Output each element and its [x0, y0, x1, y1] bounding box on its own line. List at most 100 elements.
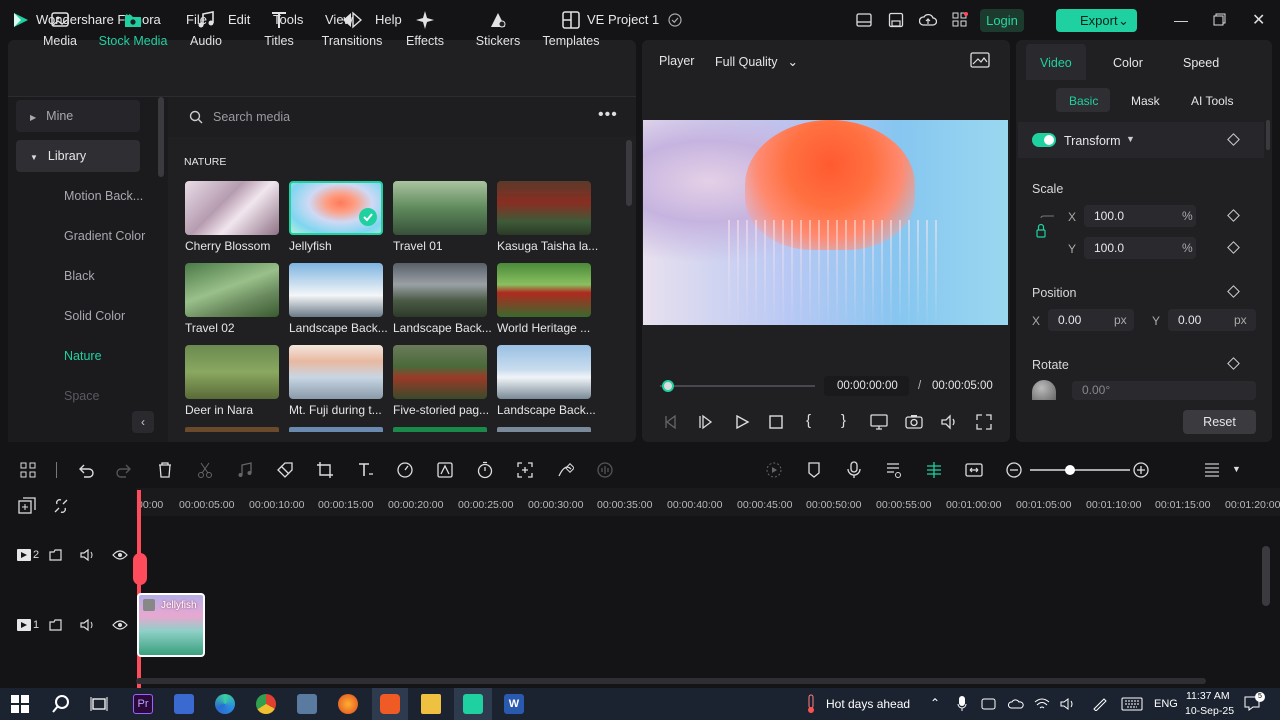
windows-start-icon[interactable]: [11, 695, 29, 713]
login-button[interactable]: Login: [980, 9, 1024, 32]
camera-snapshot-icon[interactable]: [905, 413, 923, 431]
apps-grid-icon[interactable]: [952, 12, 968, 28]
microphone-icon[interactable]: [845, 461, 863, 479]
task-view-icon[interactable]: [90, 695, 108, 713]
search-icon[interactable]: [51, 694, 71, 714]
layout-icon[interactable]: [856, 12, 872, 28]
marker-icon[interactable]: [805, 461, 823, 479]
undo-icon[interactable]: [77, 461, 95, 479]
sidebar-item-library[interactable]: ▼ Library: [16, 140, 140, 172]
tool-media[interactable]: Media: [24, 10, 96, 48]
battery-icon[interactable]: [981, 697, 997, 711]
subtab-basic[interactable]: Basic: [1069, 94, 1098, 108]
more-options-icon[interactable]: •••: [598, 106, 618, 124]
language-indicator[interactable]: ENG: [1154, 698, 1178, 710]
sidebar-item-mine[interactable]: ▶ Mine: [16, 100, 140, 132]
subtab-mask[interactable]: Mask: [1131, 94, 1160, 108]
fit-timeline-icon[interactable]: [965, 461, 983, 479]
collapse-sidebar-button[interactable]: ‹: [132, 411, 154, 433]
chrome-browser-icon[interactable]: [256, 694, 276, 714]
volume-icon[interactable]: [940, 413, 958, 431]
wifi-icon[interactable]: [1034, 697, 1050, 711]
tool-stock-media[interactable]: Stock Media: [97, 10, 169, 48]
auto-reframe-icon[interactable]: [516, 461, 534, 479]
sidebar-scrollbar[interactable]: [158, 97, 164, 177]
voiceover-list-icon[interactable]: [885, 461, 903, 479]
thumbnail-partial[interactable]: [393, 427, 487, 432]
audio-wave-icon[interactable]: [596, 461, 614, 479]
playhead-tab[interactable]: [133, 553, 147, 585]
thumbnail-partial[interactable]: [185, 427, 279, 432]
zoom-in-icon[interactable]: [1132, 461, 1150, 479]
speaker-icon[interactable]: [80, 618, 96, 632]
brave-browser-icon[interactable]: [380, 694, 400, 714]
minimize-icon[interactable]: —: [1174, 12, 1188, 28]
cloud-upload-icon[interactable]: [919, 12, 937, 28]
weather-text[interactable]: Hot days ahead: [826, 697, 910, 711]
cut-icon[interactable]: [196, 461, 214, 479]
tab-video[interactable]: Video: [1040, 56, 1072, 70]
crop-icon[interactable]: [316, 461, 334, 479]
thumbnail-deer-in-nara[interactable]: [185, 345, 279, 399]
speed-icon[interactable]: [396, 461, 414, 479]
thumbnail-landscape-1[interactable]: [289, 263, 383, 317]
sidebar-item-motion-back[interactable]: Motion Back...: [64, 180, 164, 212]
progress-handle[interactable]: [662, 380, 674, 392]
edge-browser-icon[interactable]: [215, 694, 235, 714]
caret-down-icon[interactable]: ▼: [1126, 134, 1135, 144]
file-explorer-icon[interactable]: [421, 694, 441, 714]
volume-icon[interactable]: [1060, 697, 1076, 711]
chevron-up-icon[interactable]: ⌃: [930, 696, 940, 710]
zoom-slider[interactable]: [1030, 469, 1130, 471]
eye-icon[interactable]: [112, 619, 128, 631]
mark-in-icon[interactable]: {: [806, 412, 811, 429]
eye-icon[interactable]: [112, 549, 128, 561]
fullscreen-icon[interactable]: [975, 413, 993, 431]
sidebar-item-nature[interactable]: Nature: [64, 340, 164, 372]
position-x-field[interactable]: 0.00 px: [1048, 309, 1134, 331]
subtab-ai-tools[interactable]: AI Tools: [1191, 94, 1233, 108]
position-y-field[interactable]: 0.00 px: [1168, 309, 1256, 331]
thumbnail-landscape-3[interactable]: [497, 345, 591, 399]
sidebar-item-solid-color[interactable]: Solid Color: [64, 300, 164, 332]
export-button[interactable]: Export ⌄: [1056, 9, 1137, 32]
app-icon[interactable]: [297, 694, 317, 714]
text-tool-icon[interactable]: [356, 461, 374, 479]
tool-effects[interactable]: Effects: [389, 10, 461, 48]
thumbnail-landscape-2[interactable]: [393, 263, 487, 317]
clock-time[interactable]: 11:37 AM: [1186, 690, 1230, 702]
teams-app-icon[interactable]: [174, 694, 194, 714]
notifications-icon[interactable]: 5: [1244, 692, 1265, 711]
playhead[interactable]: [137, 490, 141, 688]
transform-toggle[interactable]: [1032, 133, 1056, 147]
timeline-hscrollbar[interactable]: [136, 678, 1206, 684]
tab-speed[interactable]: Speed: [1183, 56, 1219, 70]
close-icon[interactable]: ✕: [1252, 10, 1265, 30]
progress-track[interactable]: [660, 385, 815, 387]
thumbnail-mt-fuji[interactable]: [289, 345, 383, 399]
tool-stickers[interactable]: Stickers: [462, 10, 534, 48]
add-track-icon[interactable]: [18, 497, 36, 515]
word-app-icon[interactable]: W: [504, 694, 524, 714]
timeline-vscrollbar[interactable]: [1262, 546, 1270, 606]
play-icon[interactable]: [734, 414, 750, 430]
maximize-icon[interactable]: [1213, 13, 1226, 26]
tool-audio[interactable]: Audio: [170, 10, 242, 48]
thumbnail-kasuga-taisha[interactable]: [497, 181, 591, 235]
quality-select[interactable]: Full Quality ⌄: [715, 54, 798, 69]
thumbnail-partial[interactable]: [497, 427, 591, 432]
tool-templates[interactable]: Templates: [535, 10, 607, 48]
mark-out-icon[interactable]: }: [841, 412, 846, 429]
ai-portrait-icon[interactable]: [436, 461, 454, 479]
firefox-browser-icon[interactable]: [338, 694, 358, 714]
grid-view-icon[interactable]: [1203, 461, 1221, 479]
tag-icon[interactable]: [276, 461, 294, 479]
snapshot-quality-icon[interactable]: [970, 52, 990, 68]
speaker-icon[interactable]: [80, 548, 96, 562]
snap-magnet-icon[interactable]: [925, 461, 943, 479]
thumbnail-cherry-blossom[interactable]: [185, 181, 279, 235]
sidebar-item-space[interactable]: Space: [64, 380, 164, 412]
thumbnail-travel-02[interactable]: [185, 263, 279, 317]
props-scrollbar[interactable]: [1266, 120, 1270, 150]
render-icon[interactable]: [765, 461, 783, 479]
